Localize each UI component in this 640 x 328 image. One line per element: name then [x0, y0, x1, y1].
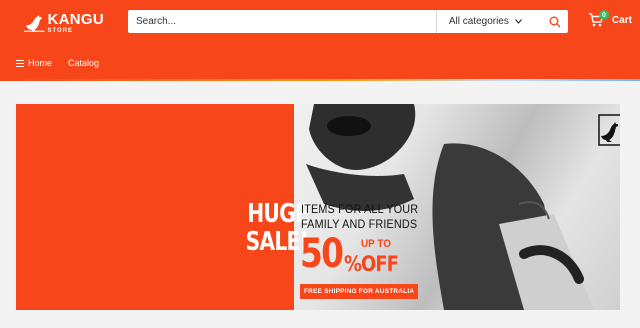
hero-banner[interactable]: HUGE SALE! ITEMS FOR ALL YOUR FAMILY AND…: [16, 104, 620, 310]
hamburger-icon: [16, 59, 24, 67]
category-label: All categories: [448, 16, 509, 27]
search-bar: All categories: [128, 10, 568, 33]
store-logo[interactable]: KANGU STORE: [24, 8, 104, 38]
nav-item-home[interactable]: Home: [16, 58, 52, 68]
search-icon: [549, 16, 561, 27]
cart-button[interactable]: 0 Cart: [588, 10, 633, 28]
cart-label: Cart: [612, 14, 633, 26]
shipping-badge: FREE SHIPPING FOR AUSTRALIA: [300, 284, 419, 299]
kangaroo-icon: [598, 114, 620, 146]
off-label: %OFF: [344, 252, 399, 276]
category-select[interactable]: All categories: [437, 16, 541, 27]
cart-count-badge: 0: [599, 10, 609, 20]
chevron-down-icon: [514, 17, 522, 26]
brand-sub: STORE: [47, 28, 74, 34]
nav-item-catalog[interactable]: Catalog: [68, 58, 99, 68]
banner-tagline: ITEMS FOR ALL YOUR FAMILY AND FRIENDS: [301, 202, 418, 232]
nav-catalog-label: Catalog: [68, 58, 100, 68]
kangaroo-icon: [24, 15, 45, 32]
search-input[interactable]: [128, 10, 436, 33]
banner-headline: HUGE SALE!: [245, 199, 309, 257]
up-to-label: UP TO: [361, 238, 391, 250]
nav-home-label: Home: [28, 58, 53, 68]
tagline-line-1: ITEMS FOR ALL YOUR: [301, 202, 419, 216]
tagline-line-2: FAMILY AND FRIENDS: [301, 217, 418, 231]
discount-percent: 50: [300, 231, 344, 277]
headline-line-2: SALE!: [245, 227, 309, 257]
header-accent-line: [0, 79, 640, 81]
header: KANGU STORE All categories 0 Cart: [0, 0, 640, 80]
search-button[interactable]: [541, 10, 568, 33]
main-nav: Home Catalog: [16, 58, 99, 68]
headline-line-1: HUGE: [247, 199, 309, 229]
brand-name: KANGU: [47, 11, 104, 28]
